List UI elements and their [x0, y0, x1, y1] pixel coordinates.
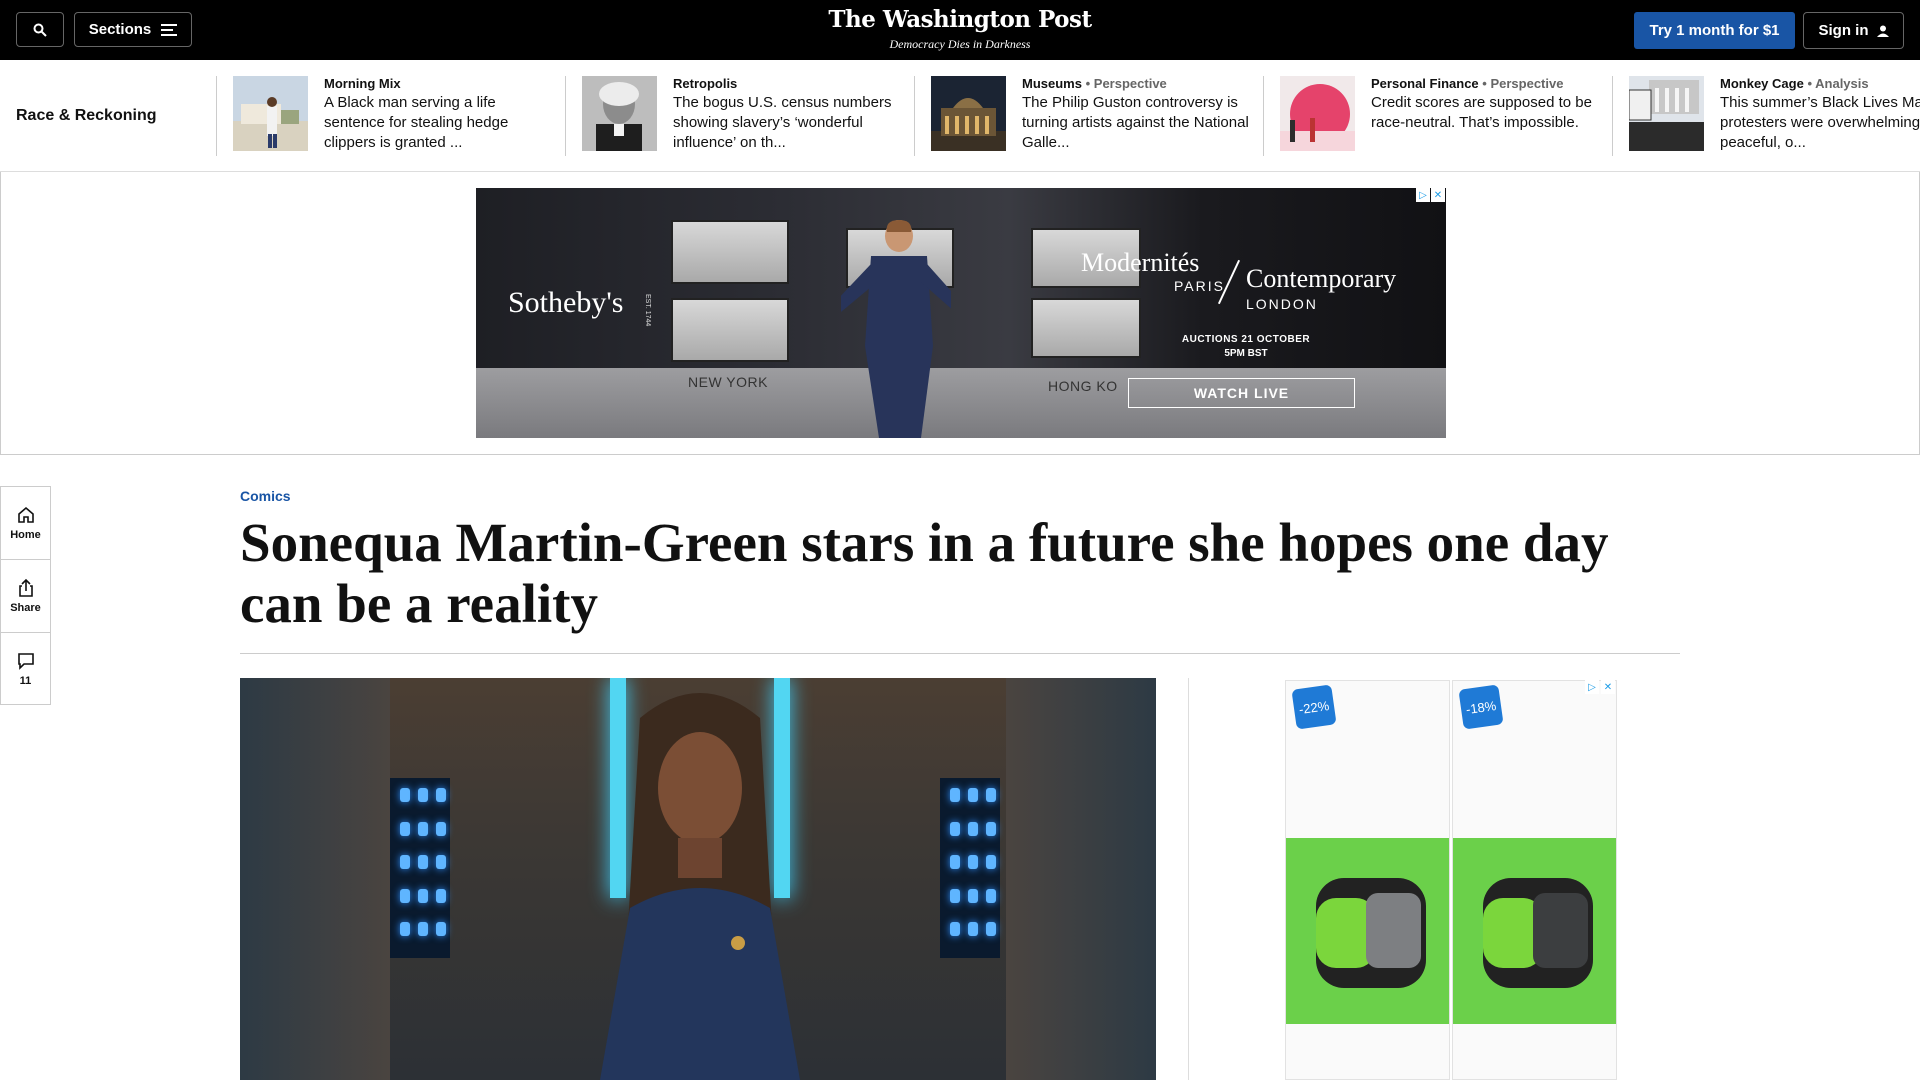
- series-headline[interactable]: The bogus U.S. census numbers showing sl…: [673, 93, 908, 153]
- side-ad[interactable]: -22% -18% ▷ ✕: [1285, 680, 1617, 1080]
- masthead[interactable]: The Washington Post Democracy Dies in Da…: [760, 6, 1160, 52]
- discount-badge: -22%: [1291, 684, 1337, 730]
- ad-auction-date: AUCTIONS 21 OCTOBER: [1181, 334, 1311, 345]
- series-item[interactable]: Personal Finance • Perspective Credit sc…: [1263, 76, 1611, 156]
- left-rail: Home Share 11: [0, 486, 51, 705]
- hero-light-panel: [390, 778, 450, 958]
- comment-icon: [17, 652, 34, 670]
- hero-wall-left: [240, 678, 390, 1080]
- series-item[interactable]: Museums • Perspective The Philip Guston …: [914, 76, 1262, 156]
- site-logo[interactable]: The Washington Post: [760, 6, 1160, 33]
- ad-est: EST. 1744: [644, 294, 651, 327]
- series-label: Analysis: [1815, 76, 1869, 91]
- ad-slot-top: Sotheby's EST. 1744 NEW YORK HONG KO Mod…: [0, 172, 1920, 455]
- ad-product-card[interactable]: -22%: [1285, 680, 1450, 1080]
- content-divider: [1188, 678, 1189, 1080]
- search-button[interactable]: [16, 12, 64, 47]
- hero-image[interactable]: [240, 678, 1156, 1080]
- hero-portrait: [600, 693, 800, 1080]
- search-icon: [33, 23, 47, 37]
- ad-modernites: Modernités: [1081, 248, 1200, 277]
- series-headline[interactable]: A Black man serving a life sentence for …: [324, 93, 559, 153]
- menu-icon: [161, 23, 178, 36]
- sections-button[interactable]: Sections: [74, 12, 192, 47]
- sign-in-button[interactable]: Sign in: [1803, 12, 1904, 49]
- ad-product-card[interactable]: -18%: [1452, 680, 1617, 1080]
- series-strip: Race & Reckoning Morning Mix A Black man…: [0, 60, 1920, 172]
- series-label: Perspective: [1490, 76, 1564, 91]
- series-thumbnail[interactable]: [233, 76, 308, 151]
- sothebys-ad-banner[interactable]: Sotheby's EST. 1744 NEW YORK HONG KO Mod…: [476, 188, 1446, 438]
- top-nav-bar: Sections The Washington Post Democracy D…: [0, 0, 1920, 60]
- sign-in-label: Sign in: [1818, 22, 1869, 39]
- hero-wall-right: [1006, 678, 1156, 1080]
- share-button[interactable]: Share: [0, 559, 51, 632]
- product-image: [1286, 838, 1449, 1024]
- series-item[interactable]: Monkey Cage • Analysis This summer’s Bla…: [1612, 76, 1920, 156]
- ad-screen-image: [671, 298, 789, 362]
- series-headline[interactable]: The Philip Guston controversy is turning…: [1022, 93, 1257, 153]
- auctioneer-figure: [841, 220, 951, 438]
- user-icon: [1876, 25, 1889, 37]
- ad-city-right: HONG KO: [1048, 378, 1118, 394]
- series-headline[interactable]: Credit scores are supposed to be race-ne…: [1371, 93, 1606, 133]
- series-headline[interactable]: This summer’s Black Lives Ma protesters …: [1720, 93, 1920, 153]
- ad-screen-image: [1031, 298, 1141, 358]
- discount-badge: -18%: [1458, 684, 1504, 730]
- sections-label: Sections: [88, 21, 152, 38]
- ad-city-left: NEW YORK: [688, 374, 768, 390]
- ad-paris: PARIS: [1174, 278, 1225, 294]
- rangefinder-image: [1483, 878, 1593, 988]
- series-item[interactable]: Morning Mix A Black man serving a life s…: [216, 76, 564, 156]
- home-label: Home: [10, 529, 41, 541]
- series-section[interactable]: Retropolis: [673, 76, 737, 91]
- home-button[interactable]: Home: [0, 486, 51, 559]
- subscribe-button[interactable]: Try 1 month for $1: [1634, 12, 1795, 49]
- series-label: Perspective: [1093, 76, 1167, 91]
- ad-close-icon[interactable]: ✕: [1431, 188, 1445, 202]
- ad-london: LONDON: [1246, 296, 1318, 312]
- ad-screen-image: [671, 220, 789, 284]
- comments-button[interactable]: 11: [0, 632, 51, 705]
- ad-auction-time: 5PM BST: [1224, 348, 1268, 359]
- ad-brand: Sotheby's: [508, 286, 624, 319]
- ad-contemporary: Contemporary: [1246, 264, 1397, 293]
- product-image: [1453, 838, 1616, 1024]
- share-icon: [18, 578, 33, 597]
- article-headline: Sonequa Martin-Green stars in a future s…: [240, 512, 1609, 634]
- adchoices-icon[interactable]: ▷: [1585, 680, 1599, 694]
- hero-light-panel: [940, 778, 1000, 958]
- article-kicker[interactable]: Comics: [240, 488, 291, 504]
- series-title[interactable]: Race & Reckoning: [16, 107, 156, 125]
- series-section[interactable]: Personal Finance: [1371, 76, 1479, 91]
- site-tagline: Democracy Dies in Darkness: [889, 37, 1031, 51]
- series-thumbnail[interactable]: [582, 76, 657, 151]
- series-thumbnail[interactable]: [1629, 76, 1704, 151]
- ad-close-icon[interactable]: ✕: [1601, 680, 1615, 694]
- adchoices-icon[interactable]: ▷: [1416, 188, 1430, 202]
- headline-divider: [240, 653, 1680, 654]
- series-section[interactable]: Morning Mix: [324, 76, 401, 91]
- series-section[interactable]: Monkey Cage: [1720, 76, 1804, 91]
- series-section[interactable]: Museums: [1022, 76, 1082, 91]
- share-label: Share: [10, 602, 41, 614]
- home-icon: [17, 506, 34, 523]
- series-item[interactable]: Retropolis The bogus U.S. census numbers…: [565, 76, 913, 156]
- series-thumbnail[interactable]: [931, 76, 1006, 151]
- series-thumbnail[interactable]: [1280, 76, 1355, 151]
- comments-count: 11: [19, 674, 32, 687]
- ad-watch-live-button[interactable]: WATCH LIVE: [1128, 378, 1355, 408]
- rangefinder-image: [1316, 878, 1426, 988]
